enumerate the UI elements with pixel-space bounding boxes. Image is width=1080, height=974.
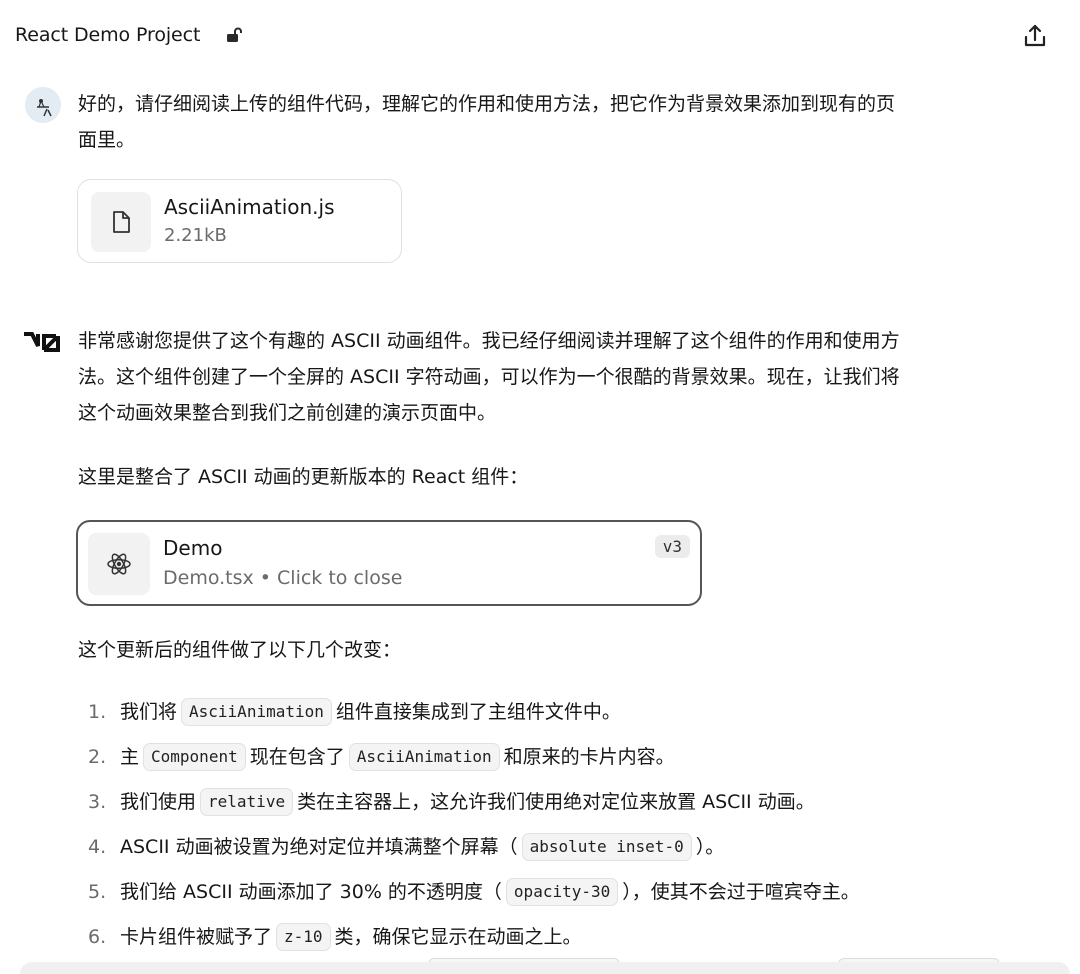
header: React Demo Project bbox=[0, 0, 1080, 72]
react-icon bbox=[107, 553, 131, 575]
list-item: 5. 我们给 ASCII 动画添加了 30% 的不透明度（ opacity-30），… bbox=[88, 874, 1048, 919]
list-text: 类在主容器上，这允许我们使用绝对定位来放置 ASCII 动画。 bbox=[297, 791, 815, 813]
list-item: 4. ASCII 动画被设置为绝对定位并填满整个屏幕（ absolute inset… bbox=[88, 829, 1048, 874]
demo-artifact-card[interactable]: Demo Demo.tsx • Click to close v3 bbox=[76, 520, 702, 606]
list-text: 主 bbox=[120, 746, 140, 768]
assistant-line: 这个动画效果整合到我们之前创建的演示页面中。 bbox=[78, 402, 497, 424]
chat-page: React Demo Project 好的，请仔细阅读上传的组件代码，理解它的作… bbox=[0, 0, 1080, 974]
assistant-line: 非常感谢您提供了这个有趣的 ASCII 动画组件。我已经仔细阅读并理解了这个组件… bbox=[78, 330, 900, 352]
user-message-text: 好的，请仔细阅读上传的组件代码，理解它的作用和使用方法，把它作为背景效果添加到现… bbox=[78, 86, 1038, 158]
assistant-paragraph-1: 非常感谢您提供了这个有趣的 ASCII 动画组件。我已经仔细阅读并理解了这个组件… bbox=[78, 323, 1038, 431]
list-text: 现在包含了 bbox=[249, 746, 345, 768]
list-text: 卡片组件被赋予了 bbox=[120, 926, 273, 948]
list-item: 1. 我们将 AsciiAnimation 组件直接集成到了主组件文件中。 bbox=[88, 694, 1048, 739]
user-avatar[interactable] bbox=[25, 87, 61, 123]
v0-logo bbox=[24, 332, 60, 352]
attachment-thumb bbox=[91, 192, 151, 252]
list-number: 5. bbox=[88, 881, 107, 903]
inline-code: AsciiAnimation bbox=[181, 698, 332, 726]
list-number: 3. bbox=[88, 791, 107, 813]
unlocked-icon[interactable] bbox=[225, 26, 243, 44]
user-message-line: 好的，请仔细阅读上传的组件代码，理解它的作用和使用方法，把它作为背景效果添加到现… bbox=[78, 93, 896, 115]
demo-subtitle: Demo.tsx • Click to close bbox=[163, 567, 403, 589]
list-number: 4. bbox=[88, 836, 107, 858]
list-text: ），使其不会过于喧宾夺主。 bbox=[622, 881, 860, 903]
list-number: 2. bbox=[88, 746, 107, 768]
inline-code: AsciiAnimation bbox=[348, 743, 500, 771]
inline-code: z-10 bbox=[276, 923, 331, 951]
list-text: 和原来的卡片内容。 bbox=[503, 746, 675, 768]
list-number: 6. bbox=[88, 926, 107, 948]
list-text: ASCII 动画被设置为绝对定位并填满整个屏幕（ bbox=[120, 836, 518, 858]
list-item: 2. 主 Component 现在包含了 AsciiAnimation 和原来的卡片内容。 bbox=[88, 739, 1048, 784]
file-icon bbox=[113, 211, 130, 233]
assistant-line: 法。这个组件创建了一个全屏的 ASCII 字符动画，可以作为一个很酷的背景效果。… bbox=[78, 366, 900, 388]
demo-thumb bbox=[88, 533, 150, 595]
list-text: 类，确保它显示在动画之上。 bbox=[334, 926, 582, 948]
list-number: 1. bbox=[88, 701, 107, 723]
project-title[interactable]: React Demo Project bbox=[15, 24, 200, 46]
inline-code: relative bbox=[200, 788, 294, 816]
user-message-line: 面里。 bbox=[78, 129, 136, 151]
changes-list: 1. 我们将 AsciiAnimation 组件直接集成到了主组件文件中。 2. 主 Co… bbox=[88, 694, 1048, 964]
list-text: 我们使用 bbox=[120, 791, 197, 813]
share-icon[interactable] bbox=[1021, 22, 1049, 50]
attachment-name: AsciiAnimation.js bbox=[164, 195, 335, 219]
attachment-size: 2.21kB bbox=[164, 225, 227, 246]
inline-code: absolute inset-0 bbox=[521, 833, 692, 861]
chat-input-bar[interactable] bbox=[20, 962, 1070, 974]
inline-code: Component bbox=[143, 743, 246, 771]
version-badge[interactable]: v3 bbox=[654, 535, 690, 558]
list-text: 我们将 bbox=[120, 701, 178, 723]
changes-intro: 这个更新后的组件做了以下几个改变： bbox=[78, 639, 402, 661]
list-item: 3. 我们使用 relative 类在主容器上，这允许我们使用绝对定位来放置 ASCI… bbox=[88, 784, 1048, 829]
list-text: 我们给 ASCII 动画添加了 30% 的不透明度（ bbox=[120, 881, 502, 903]
inline-code: opacity-30 bbox=[505, 878, 619, 906]
demo-title: Demo bbox=[163, 536, 223, 560]
list-text: 组件直接集成到了主组件文件中。 bbox=[335, 701, 621, 723]
assistant-paragraph-2: 这里是整合了 ASCII 动画的更新版本的 React 组件： bbox=[78, 466, 529, 488]
avatar-figure-icon bbox=[25, 87, 61, 123]
attachment-card[interactable]: AsciiAnimation.js 2.21kB bbox=[77, 179, 402, 263]
list-text: ）。 bbox=[695, 836, 725, 858]
